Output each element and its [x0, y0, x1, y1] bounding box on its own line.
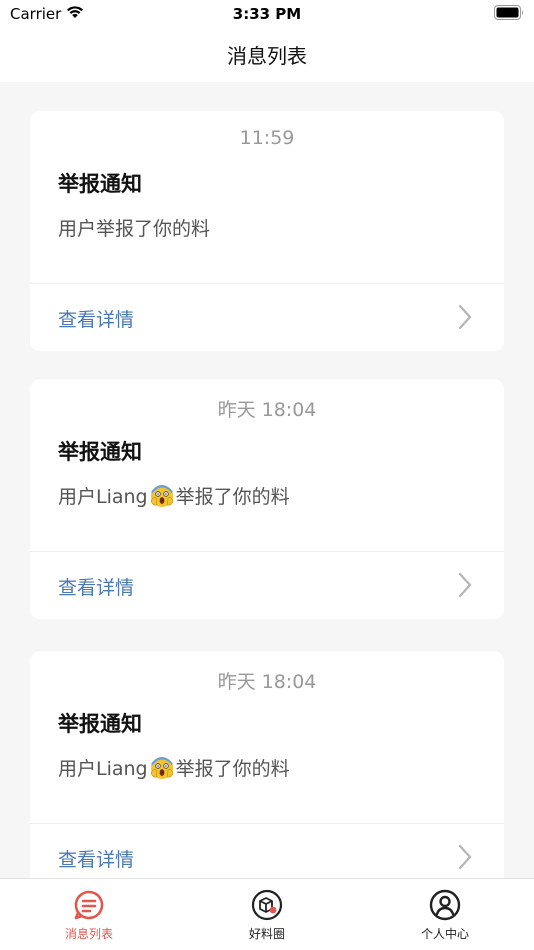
page-title: 消息列表 — [227, 44, 307, 68]
divider — [30, 823, 504, 824]
status-bar: Carrier 3:33 PM — [0, 0, 534, 26]
message-body-text: 用户举报了你的料 — [58, 218, 211, 240]
message-body-text: 举报了你的料 — [175, 486, 290, 508]
tab-bar: 消息列表 好料圈 个人中心 — [0, 878, 534, 950]
view-details-link[interactable]: 查看详情 — [58, 573, 134, 600]
user-circle-icon — [429, 889, 461, 921]
message-body-text: 用户Liang — [58, 758, 148, 780]
message-card[interactable]: 昨天 18:04 举报通知 用户Liang 举报了你的料 查看详情 — [30, 651, 504, 878]
chevron-right-icon[interactable] — [458, 304, 472, 330]
view-details-link[interactable]: 查看详情 — [58, 845, 134, 872]
box-circle-icon — [251, 889, 283, 921]
message-title: 举报通知 — [58, 712, 142, 736]
battery-icon — [494, 5, 523, 20]
chevron-right-icon[interactable] — [458, 572, 472, 598]
divider — [30, 283, 504, 284]
screaming-face-emoji — [150, 757, 173, 779]
message-time: 昨天 18:04 — [217, 399, 317, 421]
tab-haoliao-circle[interactable]: 好料圈 — [178, 879, 356, 950]
message-body-text: 举报了你的料 — [175, 758, 290, 780]
tab-personal-center[interactable]: 个人中心 — [356, 879, 534, 950]
message-card[interactable]: 11:59 举报通知 用户举报了你的料 查看详情 — [30, 111, 504, 351]
chevron-right-icon[interactable] — [458, 844, 472, 870]
tab-label: 好料圈 — [248, 927, 285, 941]
status-time: 3:33 PM — [232, 5, 302, 23]
message-time: 11:59 — [239, 127, 295, 149]
tab-message-list[interactable]: 消息列表 — [0, 879, 178, 950]
message-title: 举报通知 — [58, 172, 142, 196]
view-details-link[interactable]: 查看详情 — [58, 305, 134, 332]
message-title: 举报通知 — [58, 440, 142, 464]
message-card[interactable]: 昨天 18:04 举报通知 用户Liang 举报了你的料 查看详情 — [30, 379, 504, 619]
message-time: 昨天 18:04 — [217, 671, 317, 693]
screaming-face-emoji — [150, 485, 173, 507]
message-body-text: 用户Liang — [58, 486, 148, 508]
message-body: 用户Liang 举报了你的料 — [58, 482, 290, 509]
navigation-bar: 消息列表 — [0, 26, 534, 82]
message-list-icon — [74, 890, 104, 920]
tab-label: 消息列表 — [64, 927, 113, 941]
message-list[interactable]: 11:59 举报通知 用户举报了你的料 查看详情 昨天 18:04 举报通知 用… — [0, 82, 534, 878]
divider — [30, 551, 504, 552]
message-body: 用户Liang 举报了你的料 — [58, 754, 290, 781]
message-body: 用户举报了你的料 — [58, 214, 210, 241]
tab-label: 个人中心 — [420, 927, 469, 941]
